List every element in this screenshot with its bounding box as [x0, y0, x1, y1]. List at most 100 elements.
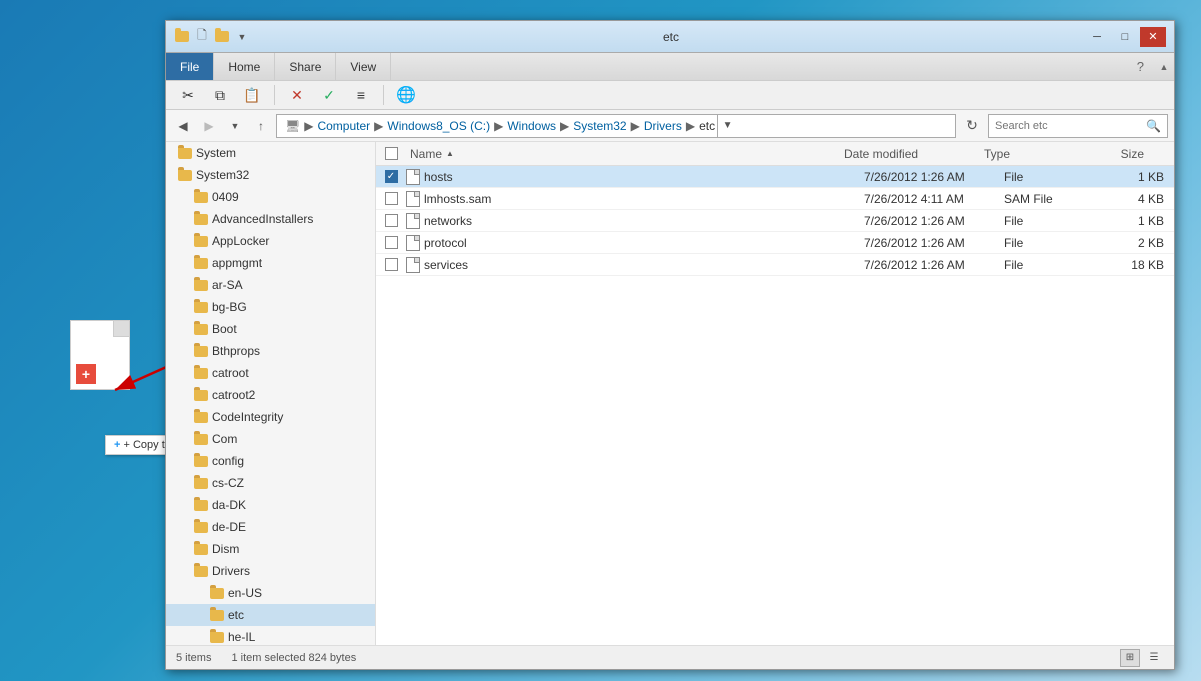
sidebar-item-advancedinstallers[interactable]: AdvancedInstallers [166, 208, 375, 230]
forward-button[interactable]: ▶ [198, 115, 220, 137]
checkbox-protocol[interactable] [385, 236, 398, 249]
copy-button[interactable]: ⧉ [206, 83, 234, 107]
close-button[interactable]: ✕ [1140, 27, 1166, 47]
sidebar-item-com[interactable]: Com [166, 428, 375, 450]
up-button[interactable]: ↑ [250, 115, 272, 137]
filename-hosts[interactable]: hosts [424, 170, 864, 184]
back-button[interactable]: ◀ [172, 115, 194, 137]
row-check-lmhosts[interactable] [376, 192, 406, 205]
maximize-button[interactable]: □ [1112, 27, 1138, 47]
file-row-lmhosts[interactable]: lmhosts.sam 7/26/2012 4:11 AM SAM File 4… [376, 188, 1174, 210]
delete-button[interactable]: ✕ [283, 83, 311, 107]
ribbon: File Home Share View ? ▲ ✂ ⧉ 📋 ✕ ✓ ≡ 🌐 [166, 53, 1174, 110]
file-list: Name ▲ Date modified Type Size ✓ hosts 7… [376, 142, 1174, 645]
status-bar: 5 items 1 item selected 824 bytes ⊞ ☰ [166, 645, 1174, 669]
search-icon[interactable]: 🔍 [1146, 119, 1161, 133]
sidebar-item-drivers[interactable]: Drivers [166, 560, 375, 582]
check-button[interactable]: ✓ [315, 83, 343, 107]
checkbox-networks[interactable] [385, 214, 398, 227]
paste-button[interactable]: 📋 [238, 83, 266, 107]
date-services: 7/26/2012 1:26 AM [864, 258, 1004, 272]
separator-2 [383, 85, 384, 105]
checkbox-hosts[interactable]: ✓ [385, 170, 398, 183]
globe-button[interactable]: 🌐 [392, 83, 420, 107]
filename-protocol[interactable]: protocol [424, 236, 864, 250]
sidebar-item-heil[interactable]: he-IL [166, 626, 375, 645]
date-protocol: 7/26/2012 1:26 AM [864, 236, 1004, 250]
file-row-networks[interactable]: networks 7/26/2012 1:26 AM File 1 KB [376, 210, 1174, 232]
sidebar-item-arsa[interactable]: ar-SA [166, 274, 375, 296]
sidebar-item-etc[interactable]: etc [166, 604, 375, 626]
dropdown-icon[interactable]: ▼ [234, 29, 250, 45]
sidebar-item-dism[interactable]: Dism [166, 538, 375, 560]
folder-icon [194, 302, 208, 313]
sidebar-item-catroot[interactable]: catroot [166, 362, 375, 384]
row-check-protocol[interactable] [376, 236, 406, 249]
sidebar-item-enus[interactable]: en-US [166, 582, 375, 604]
drag-arrow: + [76, 364, 96, 384]
sidebar-item-catroot2[interactable]: catroot2 [166, 384, 375, 406]
sidebar-item-codeintegrity[interactable]: CodeIntegrity [166, 406, 375, 428]
file-row-services[interactable]: services 7/26/2012 1:26 AM File 18 KB [376, 254, 1174, 276]
sidebar-item-boot[interactable]: Boot [166, 318, 375, 340]
refresh-button[interactable]: ↻ [960, 114, 984, 138]
folder-icon [194, 192, 208, 203]
breadcrumb-drivers[interactable]: Drivers [644, 119, 682, 133]
search-box[interactable]: 🔍 [988, 114, 1168, 138]
list-view-button[interactable]: ☰ [1144, 649, 1164, 667]
col-header-date[interactable]: Date modified [844, 147, 984, 161]
minimize-button[interactable]: ─ [1084, 27, 1110, 47]
sidebar-item-0409[interactable]: 0409 [166, 186, 375, 208]
col-header-name[interactable]: Name ▲ [406, 147, 844, 161]
sidebar-item-bthprops[interactable]: Bthprops [166, 340, 375, 362]
breadcrumb-drive[interactable]: Windows8_OS (C:) [387, 119, 490, 133]
sidebar-item-bgbg[interactable]: bg-BG [166, 296, 375, 318]
col-header-size[interactable]: Size [1084, 147, 1154, 161]
lines-button[interactable]: ≡ [347, 83, 375, 107]
sidebar-item-dadk[interactable]: da-DK [166, 494, 375, 516]
type-networks: File [1004, 214, 1104, 228]
search-input[interactable] [995, 120, 1146, 132]
sidebar-item-appmgmt[interactable]: appmgmt [166, 252, 375, 274]
sidebar-item-cscz[interactable]: cs-CZ [166, 472, 375, 494]
breadcrumb-computer[interactable]: Computer [317, 119, 370, 133]
sidebar-item-config[interactable]: config [166, 450, 375, 472]
size-services: 18 KB [1104, 258, 1174, 272]
type-services: File [1004, 258, 1104, 272]
sidebar-item-system32[interactable]: System32 [166, 164, 375, 186]
file-icon-lmhosts [406, 191, 420, 207]
file-row-hosts[interactable]: ✓ hosts 7/26/2012 1:26 AM File 1 KB [376, 166, 1174, 188]
tab-share[interactable]: Share [275, 53, 336, 80]
address-input[interactable]: 🖥 ▶ Computer ▶ Windows8_OS (C:) ▶ Window… [276, 114, 956, 138]
breadcrumb-windows[interactable]: Windows [507, 119, 556, 133]
row-check-services[interactable] [376, 258, 406, 271]
details-view-button[interactable]: ⊞ [1120, 649, 1140, 667]
checkbox-lmhosts[interactable] [385, 192, 398, 205]
dropdown-nav-button[interactable]: ▼ [224, 115, 246, 137]
tab-home[interactable]: Home [214, 53, 275, 80]
sidebar-item-system[interactable]: System [166, 142, 375, 164]
file-row-protocol[interactable]: protocol 7/26/2012 1:26 AM File 2 KB [376, 232, 1174, 254]
breadcrumb-etc: etc [699, 119, 715, 133]
tab-file[interactable]: File [166, 53, 214, 80]
help-button[interactable]: ? [1127, 53, 1154, 80]
cut-button[interactable]: ✂ [174, 83, 202, 107]
explorer-window: 🗋 ▼ etc ─ □ ✕ File Home Share View ? [165, 20, 1175, 670]
sidebar-item-applocker[interactable]: AppLocker [166, 230, 375, 252]
sidebar-item-dede[interactable]: de-DE [166, 516, 375, 538]
breadcrumb-system32[interactable]: System32 [573, 119, 626, 133]
select-all-checkbox[interactable] [385, 147, 398, 160]
checkbox-services[interactable] [385, 258, 398, 271]
address-dropdown[interactable]: ▼ [717, 114, 737, 138]
header-check[interactable] [376, 147, 406, 160]
ribbon-collapse[interactable]: ▲ [1154, 53, 1174, 80]
row-check-networks[interactable] [376, 214, 406, 227]
filename-services[interactable]: services [424, 258, 864, 272]
row-check-hosts[interactable]: ✓ [376, 170, 406, 183]
main-content: System System32 0409 AdvancedInstallers … [166, 142, 1174, 645]
col-header-type[interactable]: Type [984, 147, 1084, 161]
tab-view[interactable]: View [336, 53, 391, 80]
filename-networks[interactable]: networks [424, 214, 864, 228]
filename-lmhosts[interactable]: lmhosts.sam [424, 192, 864, 206]
folder-icon [194, 258, 208, 269]
